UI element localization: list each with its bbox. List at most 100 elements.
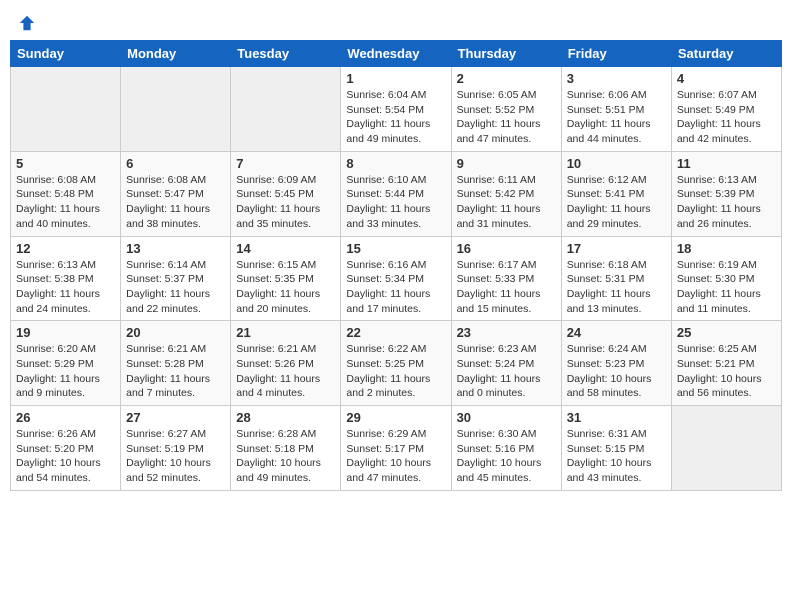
day-number: 21 <box>236 325 335 340</box>
day-info: Sunrise: 6:14 AMSunset: 5:37 PMDaylight:… <box>126 258 225 317</box>
day-info: Sunrise: 6:31 AMSunset: 5:15 PMDaylight:… <box>567 427 666 486</box>
day-info: Sunrise: 6:16 AMSunset: 5:34 PMDaylight:… <box>346 258 445 317</box>
day-info: Sunrise: 6:06 AMSunset: 5:51 PMDaylight:… <box>567 88 666 147</box>
day-info: Sunrise: 6:28 AMSunset: 5:18 PMDaylight:… <box>236 427 335 486</box>
day-number: 20 <box>126 325 225 340</box>
calendar-table: SundayMondayTuesdayWednesdayThursdayFrid… <box>10 40 782 491</box>
calendar-cell: 31 Sunrise: 6:31 AMSunset: 5:15 PMDaylig… <box>561 406 671 491</box>
day-info: Sunrise: 6:05 AMSunset: 5:52 PMDaylight:… <box>457 88 556 147</box>
day-info: Sunrise: 6:07 AMSunset: 5:49 PMDaylight:… <box>677 88 776 147</box>
day-number: 31 <box>567 410 666 425</box>
day-number: 3 <box>567 71 666 86</box>
day-number: 2 <box>457 71 556 86</box>
calendar-cell: 29 Sunrise: 6:29 AMSunset: 5:17 PMDaylig… <box>341 406 451 491</box>
day-info: Sunrise: 6:23 AMSunset: 5:24 PMDaylight:… <box>457 342 556 401</box>
day-number: 17 <box>567 241 666 256</box>
calendar-cell: 22 Sunrise: 6:22 AMSunset: 5:25 PMDaylig… <box>341 321 451 406</box>
day-info: Sunrise: 6:04 AMSunset: 5:54 PMDaylight:… <box>346 88 445 147</box>
calendar-cell: 20 Sunrise: 6:21 AMSunset: 5:28 PMDaylig… <box>121 321 231 406</box>
calendar-header-row: SundayMondayTuesdayWednesdayThursdayFrid… <box>11 41 782 67</box>
day-info: Sunrise: 6:25 AMSunset: 5:21 PMDaylight:… <box>677 342 776 401</box>
calendar-cell: 25 Sunrise: 6:25 AMSunset: 5:21 PMDaylig… <box>671 321 781 406</box>
calendar-cell: 1 Sunrise: 6:04 AMSunset: 5:54 PMDayligh… <box>341 67 451 152</box>
calendar-cell: 27 Sunrise: 6:27 AMSunset: 5:19 PMDaylig… <box>121 406 231 491</box>
day-number: 25 <box>677 325 776 340</box>
calendar-cell: 5 Sunrise: 6:08 AMSunset: 5:48 PMDayligh… <box>11 151 121 236</box>
day-number: 22 <box>346 325 445 340</box>
weekday-header: Sunday <box>11 41 121 67</box>
calendar-cell: 13 Sunrise: 6:14 AMSunset: 5:37 PMDaylig… <box>121 236 231 321</box>
day-number: 8 <box>346 156 445 171</box>
day-number: 16 <box>457 241 556 256</box>
day-number: 10 <box>567 156 666 171</box>
day-number: 13 <box>126 241 225 256</box>
calendar-cell: 4 Sunrise: 6:07 AMSunset: 5:49 PMDayligh… <box>671 67 781 152</box>
day-info: Sunrise: 6:21 AMSunset: 5:28 PMDaylight:… <box>126 342 225 401</box>
calendar-week-row: 19 Sunrise: 6:20 AMSunset: 5:29 PMDaylig… <box>11 321 782 406</box>
day-number: 23 <box>457 325 556 340</box>
calendar-cell: 17 Sunrise: 6:18 AMSunset: 5:31 PMDaylig… <box>561 236 671 321</box>
day-info: Sunrise: 6:13 AMSunset: 5:39 PMDaylight:… <box>677 173 776 232</box>
logo-icon <box>18 14 36 32</box>
calendar-cell <box>11 67 121 152</box>
calendar-cell: 28 Sunrise: 6:28 AMSunset: 5:18 PMDaylig… <box>231 406 341 491</box>
calendar-cell: 30 Sunrise: 6:30 AMSunset: 5:16 PMDaylig… <box>451 406 561 491</box>
calendar-cell: 2 Sunrise: 6:05 AMSunset: 5:52 PMDayligh… <box>451 67 561 152</box>
day-number: 24 <box>567 325 666 340</box>
calendar-week-row: 1 Sunrise: 6:04 AMSunset: 5:54 PMDayligh… <box>11 67 782 152</box>
calendar-cell: 15 Sunrise: 6:16 AMSunset: 5:34 PMDaylig… <box>341 236 451 321</box>
calendar-cell: 6 Sunrise: 6:08 AMSunset: 5:47 PMDayligh… <box>121 151 231 236</box>
calendar-cell: 10 Sunrise: 6:12 AMSunset: 5:41 PMDaylig… <box>561 151 671 236</box>
day-info: Sunrise: 6:09 AMSunset: 5:45 PMDaylight:… <box>236 173 335 232</box>
calendar-cell: 8 Sunrise: 6:10 AMSunset: 5:44 PMDayligh… <box>341 151 451 236</box>
day-number: 12 <box>16 241 115 256</box>
day-number: 28 <box>236 410 335 425</box>
day-number: 1 <box>346 71 445 86</box>
day-info: Sunrise: 6:15 AMSunset: 5:35 PMDaylight:… <box>236 258 335 317</box>
weekday-header: Wednesday <box>341 41 451 67</box>
weekday-header: Saturday <box>671 41 781 67</box>
day-number: 30 <box>457 410 556 425</box>
calendar-cell <box>121 67 231 152</box>
calendar-cell: 12 Sunrise: 6:13 AMSunset: 5:38 PMDaylig… <box>11 236 121 321</box>
day-info: Sunrise: 6:12 AMSunset: 5:41 PMDaylight:… <box>567 173 666 232</box>
calendar-cell: 3 Sunrise: 6:06 AMSunset: 5:51 PMDayligh… <box>561 67 671 152</box>
day-info: Sunrise: 6:08 AMSunset: 5:48 PMDaylight:… <box>16 173 115 232</box>
day-info: Sunrise: 6:30 AMSunset: 5:16 PMDaylight:… <box>457 427 556 486</box>
calendar-cell: 16 Sunrise: 6:17 AMSunset: 5:33 PMDaylig… <box>451 236 561 321</box>
calendar-cell: 24 Sunrise: 6:24 AMSunset: 5:23 PMDaylig… <box>561 321 671 406</box>
weekday-header: Thursday <box>451 41 561 67</box>
calendar-week-row: 12 Sunrise: 6:13 AMSunset: 5:38 PMDaylig… <box>11 236 782 321</box>
calendar-cell: 19 Sunrise: 6:20 AMSunset: 5:29 PMDaylig… <box>11 321 121 406</box>
calendar-cell: 11 Sunrise: 6:13 AMSunset: 5:39 PMDaylig… <box>671 151 781 236</box>
day-number: 18 <box>677 241 776 256</box>
calendar-cell: 21 Sunrise: 6:21 AMSunset: 5:26 PMDaylig… <box>231 321 341 406</box>
day-number: 29 <box>346 410 445 425</box>
day-info: Sunrise: 6:18 AMSunset: 5:31 PMDaylight:… <box>567 258 666 317</box>
day-number: 26 <box>16 410 115 425</box>
day-info: Sunrise: 6:13 AMSunset: 5:38 PMDaylight:… <box>16 258 115 317</box>
calendar-week-row: 5 Sunrise: 6:08 AMSunset: 5:48 PMDayligh… <box>11 151 782 236</box>
weekday-header: Monday <box>121 41 231 67</box>
calendar-cell: 7 Sunrise: 6:09 AMSunset: 5:45 PMDayligh… <box>231 151 341 236</box>
calendar-week-row: 26 Sunrise: 6:26 AMSunset: 5:20 PMDaylig… <box>11 406 782 491</box>
day-number: 7 <box>236 156 335 171</box>
calendar-cell: 14 Sunrise: 6:15 AMSunset: 5:35 PMDaylig… <box>231 236 341 321</box>
day-number: 6 <box>126 156 225 171</box>
day-info: Sunrise: 6:24 AMSunset: 5:23 PMDaylight:… <box>567 342 666 401</box>
day-info: Sunrise: 6:10 AMSunset: 5:44 PMDaylight:… <box>346 173 445 232</box>
day-info: Sunrise: 6:21 AMSunset: 5:26 PMDaylight:… <box>236 342 335 401</box>
logo <box>16 14 36 28</box>
day-info: Sunrise: 6:08 AMSunset: 5:47 PMDaylight:… <box>126 173 225 232</box>
page-header <box>10 10 782 32</box>
day-number: 4 <box>677 71 776 86</box>
day-info: Sunrise: 6:20 AMSunset: 5:29 PMDaylight:… <box>16 342 115 401</box>
day-info: Sunrise: 6:22 AMSunset: 5:25 PMDaylight:… <box>346 342 445 401</box>
day-info: Sunrise: 6:11 AMSunset: 5:42 PMDaylight:… <box>457 173 556 232</box>
day-number: 19 <box>16 325 115 340</box>
day-number: 9 <box>457 156 556 171</box>
day-number: 5 <box>16 156 115 171</box>
day-number: 15 <box>346 241 445 256</box>
day-number: 11 <box>677 156 776 171</box>
calendar-cell <box>231 67 341 152</box>
